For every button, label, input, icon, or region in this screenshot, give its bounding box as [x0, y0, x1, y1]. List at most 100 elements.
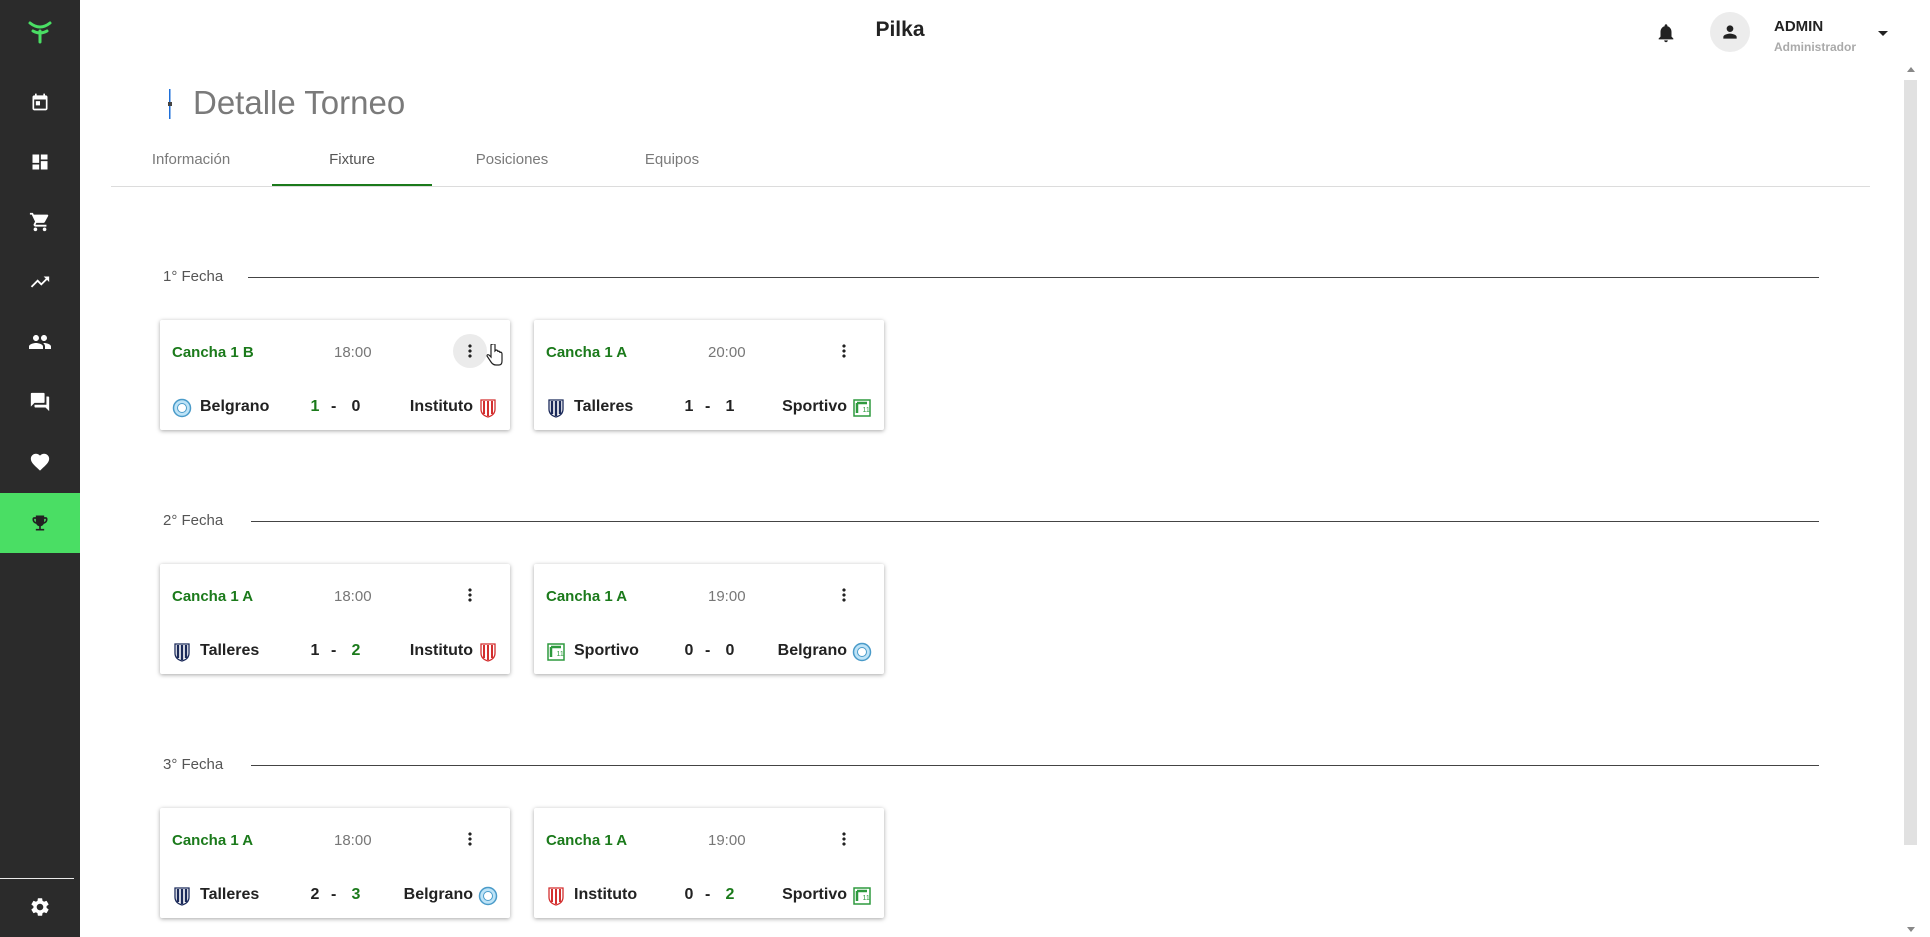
talleres-crest-icon: [172, 886, 192, 911]
match-court: Cancha 1 A: [546, 344, 628, 361]
fecha-2-label: 2° Fecha: [163, 512, 224, 529]
people-icon: [29, 335, 51, 349]
away-team-name: Instituto: [409, 398, 473, 415]
match-time: 20:00: [708, 344, 746, 361]
away-team-name: Sportivo: [782, 398, 847, 415]
match-card[interactable]: Cancha 1 A 19:00 11 Sportivo 0-0 Belgrano: [534, 564, 884, 674]
sidebar-item-messages[interactable]: [0, 372, 80, 432]
sidebar-item-tournaments[interactable]: [0, 493, 80, 553]
match-card[interactable]: Cancha 1 A 18:00 Talleres 2-3 Belgrano: [160, 808, 510, 918]
score-separator: -: [705, 398, 711, 415]
match-menu-button[interactable]: [827, 334, 861, 368]
match-court: Cancha 1 A: [172, 588, 254, 605]
user-name[interactable]: ADMIN: [1774, 18, 1823, 35]
match-time: 18:00: [334, 344, 372, 361]
gear-icon: [31, 898, 49, 916]
app-logo-icon[interactable]: [0, 10, 80, 54]
trophy-icon: [32, 515, 48, 531]
belgrano-crest-icon: [478, 886, 498, 911]
sidebar-item-dashboard[interactable]: [0, 132, 80, 192]
sidebar-item-calendar[interactable]: [0, 72, 80, 132]
svg-text:11: 11: [863, 895, 870, 902]
home-team-name: Talleres: [574, 398, 634, 415]
mouse-cursor-icon: [486, 344, 503, 366]
cart-icon: [29, 212, 49, 232]
scrollbar-thumb[interactable]: [1904, 80, 1917, 845]
fecha-2-divider: [251, 521, 1819, 522]
sportivo-crest-icon: 11: [852, 886, 872, 911]
user-avatar[interactable]: [1710, 12, 1750, 52]
match-menu-button[interactable]: [827, 578, 861, 612]
belgrano-crest-icon: [852, 642, 872, 667]
home-score: 1: [310, 642, 320, 659]
fecha-1-divider: [248, 277, 1819, 278]
page-title-accent-icon: [168, 89, 172, 119]
tab-informacion[interactable]: Información: [111, 146, 271, 186]
sidebar: [0, 0, 80, 937]
match-menu-button[interactable]: [827, 822, 861, 856]
more-vert-icon: [842, 588, 846, 602]
trending-up-icon: [30, 276, 50, 288]
more-vert-icon: [842, 832, 846, 846]
match-card[interactable]: Cancha 1 A 19:00 Instituto 0-2 Sportivo 11: [534, 808, 884, 918]
tab-equipos[interactable]: Equipos: [592, 146, 752, 186]
sidebar-item-stats[interactable]: [0, 252, 80, 312]
match-card[interactable]: Cancha 1 A 20:00 Talleres 1-1 Sportivo 11: [534, 320, 884, 430]
home-score: 1: [684, 398, 694, 415]
away-score: 1: [725, 398, 735, 415]
match-time: 19:00: [708, 588, 746, 605]
match-menu-button[interactable]: [453, 578, 487, 612]
home-team-name: Talleres: [200, 642, 260, 659]
sportivo-crest-icon: 11: [546, 642, 566, 667]
match-time: 18:00: [334, 588, 372, 605]
home-score: 2: [310, 886, 320, 903]
away-team-name: Belgrano: [777, 642, 847, 659]
home-team-name: Belgrano: [200, 398, 270, 415]
match-menu-button[interactable]: [453, 334, 487, 368]
more-vert-icon: [468, 344, 472, 358]
user-menu-dropdown-icon[interactable]: [1878, 31, 1888, 36]
scrollbar-up-arrow[interactable]: [1907, 67, 1915, 72]
sidebar-item-cart[interactable]: [0, 192, 80, 252]
home-score: 1: [310, 398, 320, 415]
home-team-name: Instituto: [574, 886, 638, 903]
away-team-name: Sportivo: [782, 886, 847, 903]
notifications-bell-icon[interactable]: [1655, 21, 1677, 50]
talleres-crest-icon: [546, 398, 566, 423]
away-score: 3: [351, 886, 361, 903]
scrollbar-down-arrow[interactable]: [1907, 927, 1915, 932]
sidebar-item-settings[interactable]: [0, 877, 80, 937]
instituto-crest-icon: [546, 886, 566, 911]
tab-bar: Información Fixture Posiciones Equipos: [111, 146, 1870, 187]
svg-text:11: 11: [863, 407, 870, 414]
away-score: 2: [351, 642, 361, 659]
talleres-crest-icon: [172, 642, 192, 667]
score-separator: -: [705, 886, 711, 903]
tab-fixture[interactable]: Fixture: [272, 146, 432, 186]
match-card[interactable]: Cancha 1 A 18:00 Talleres 1-2 Instituto: [160, 564, 510, 674]
heart-icon: [30, 453, 50, 471]
fecha-1-label: 1° Fecha: [163, 268, 224, 285]
home-score: 0: [684, 642, 694, 659]
sidebar-item-users[interactable]: [0, 312, 80, 372]
score-separator: -: [705, 642, 711, 659]
more-vert-icon: [468, 588, 472, 602]
svg-text:11: 11: [557, 651, 564, 658]
belgrano-crest-icon: [172, 398, 192, 423]
instituto-crest-icon: [478, 642, 498, 667]
score-separator: -: [331, 398, 337, 415]
sidebar-item-favorites[interactable]: [0, 432, 80, 492]
calendar-icon: [32, 93, 48, 111]
match-time: 19:00: [708, 832, 746, 849]
more-vert-icon: [842, 344, 846, 358]
match-card[interactable]: Cancha 1 B 18:00 Belgrano 1-0 Instituto: [160, 320, 510, 430]
tab-posiciones[interactable]: Posiciones: [432, 146, 592, 186]
fecha-3-divider: [251, 765, 1819, 766]
match-menu-button[interactable]: [453, 822, 487, 856]
home-team-name: Sportivo: [574, 642, 639, 659]
match-time: 18:00: [334, 832, 372, 849]
fecha-3-label: 3° Fecha: [163, 756, 224, 773]
home-score: 0: [684, 886, 694, 903]
away-team-name: Belgrano: [403, 886, 473, 903]
match-court: Cancha 1 A: [546, 588, 628, 605]
